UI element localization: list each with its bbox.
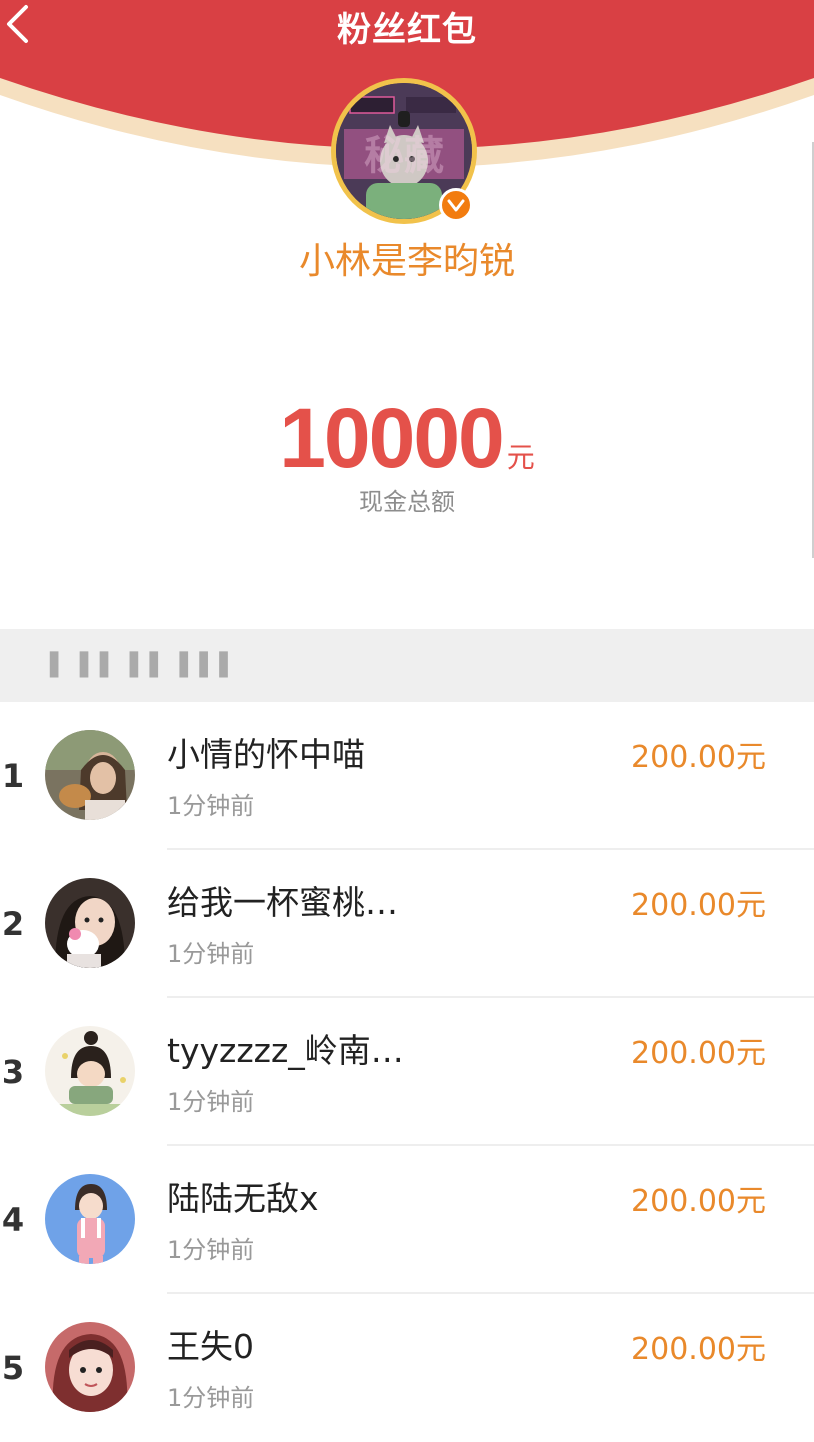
amount: 200.00元 <box>631 888 766 923</box>
section-header: ▌ ▌▌ ▌▌ ▌▌▌ <box>0 629 814 702</box>
list-item[interactable]: 4 陆陆无敌x 1分钟前 200.00元 <box>0 1146 814 1294</box>
section-label: ▌ ▌▌ ▌▌ ▌▌▌ <box>50 653 240 678</box>
host-name[interactable]: 小林是李昀锐 <box>0 232 814 284</box>
list-item[interactable]: 5 王失0 1分钟前 200.00元 <box>0 1294 814 1442</box>
rank-number: 4 <box>1 1201 25 1239</box>
username[interactable]: 给我一杯蜜桃… <box>167 876 398 924</box>
username[interactable]: 陆陆无敌x <box>167 1172 319 1220</box>
timestamp: 1分钟前 <box>167 940 255 968</box>
rank-number: 5 <box>1 1349 25 1387</box>
amount: 200.00元 <box>631 740 766 775</box>
timestamp: 1分钟前 <box>167 1384 255 1412</box>
user-avatar[interactable] <box>45 1322 135 1412</box>
user-avatar[interactable] <box>45 1026 135 1116</box>
list-item[interactable]: 2 给我一杯蜜桃… 1分钟前 200.00元 <box>0 850 814 998</box>
timestamp: 1分钟前 <box>167 792 255 820</box>
total-amount-label: 现金总额 <box>359 488 455 516</box>
rank-number: 3 <box>1 1053 25 1091</box>
user-avatar[interactable] <box>45 878 135 968</box>
amount: 200.00元 <box>631 1036 766 1071</box>
username[interactable]: 王失0 <box>167 1320 254 1368</box>
total-amount-unit: 元 <box>506 441 535 474</box>
page-title: 粉丝红包 <box>337 10 477 50</box>
verified-badge-icon <box>439 188 473 222</box>
list-item[interactable]: 3 tyyzzzz_岭南… 1分钟前 200.00元 <box>0 998 814 1146</box>
username[interactable]: 小情的怀中喵 <box>167 728 365 776</box>
user-avatar[interactable] <box>45 1174 135 1264</box>
rank-number: 2 <box>1 905 25 943</box>
rank-number: 1 <box>1 757 25 795</box>
user-avatar[interactable] <box>45 730 135 820</box>
list-item[interactable]: 1 小情的怀中喵 1分钟前 200.00元 <box>0 702 814 850</box>
amount: 200.00元 <box>631 1184 766 1219</box>
timestamp: 1分钟前 <box>167 1236 255 1264</box>
recipient-list: 1 小情的怀中喵 1分钟前 200.00元 2 给我一杯蜜桃… 1分钟前 200… <box>0 702 814 1442</box>
host-avatar-text: 秘藏 <box>364 133 444 179</box>
username[interactable]: tyyzzzz_岭南… <box>167 1024 404 1072</box>
total-amount-value: 10000 <box>279 391 505 485</box>
amount: 200.00元 <box>631 1332 766 1367</box>
total-amount: 10000 元 <box>0 390 814 487</box>
timestamp: 1分钟前 <box>167 1088 255 1116</box>
